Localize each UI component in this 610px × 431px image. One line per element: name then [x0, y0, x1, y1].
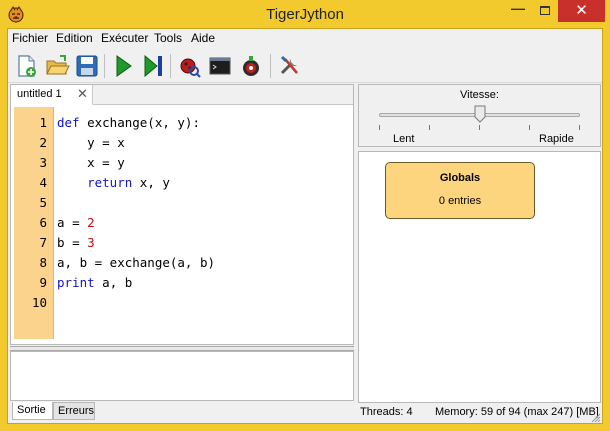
code-line: x = y: [57, 155, 125, 170]
debugger-panel: Globals 0 entries: [358, 151, 601, 403]
menu-aide[interactable]: Aide: [191, 31, 215, 45]
tab-label: untitled 1: [17, 88, 62, 100]
main-window: Fichier Edition Exécuter Tools Aide unti…: [7, 28, 603, 424]
tab-erreurs[interactable]: Erreurs: [53, 402, 95, 420]
run-icon: [116, 55, 132, 77]
save-icon: [76, 55, 98, 77]
slider-tick: [429, 125, 430, 130]
speed-panel: Vitesse: Lent Rapide: [358, 84, 601, 147]
globals-box[interactable]: Globals 0 entries: [385, 162, 535, 219]
code-line: b = 3: [57, 235, 95, 250]
robot-button[interactable]: [238, 53, 264, 79]
code-line: y = x: [57, 135, 125, 150]
menu-edition[interactable]: Edition: [56, 31, 93, 45]
code-line: print a, b: [57, 275, 133, 290]
open-file-button[interactable]: [44, 53, 70, 79]
menu-executer[interactable]: Exécuter: [101, 31, 148, 45]
slider-tick: [579, 125, 580, 130]
tools-icon: [280, 55, 298, 75]
toolbar-separator: [170, 54, 171, 78]
toolbar-separator: [270, 54, 271, 78]
slider-tick: [529, 125, 530, 130]
menu-bar: Fichier Edition Exécuter Tools Aide: [8, 29, 602, 48]
tab-sortie[interactable]: Sortie: [12, 402, 53, 420]
save-button[interactable]: [74, 53, 100, 79]
tab-close-icon[interactable]: ✕: [77, 86, 88, 102]
console-button[interactable]: [207, 53, 233, 79]
run-button[interactable]: [110, 53, 136, 79]
globals-title: Globals: [439, 172, 481, 184]
new-file-icon: [18, 55, 36, 77]
code-line: return x, y: [87, 175, 170, 190]
slider-tick: [379, 125, 380, 130]
robot-icon: [243, 56, 259, 76]
line-number-gutter: 1 2 3 4 5 6 7 8 9 10: [14, 107, 54, 339]
speed-slider-thumb[interactable]: [474, 105, 486, 123]
line-number: 5: [39, 195, 47, 210]
title-bar: TigerJython — ✕: [0, 0, 610, 28]
tools-button[interactable]: [277, 53, 303, 79]
globals-count: 0 entries: [438, 195, 482, 207]
menu-fichier[interactable]: Fichier: [12, 31, 48, 45]
maximize-icon: [540, 6, 550, 15]
line-number: 4: [39, 175, 47, 190]
code-line: a = 2: [57, 215, 95, 230]
line-number: 8: [39, 255, 47, 270]
menu-tools[interactable]: Tools: [154, 31, 182, 45]
step-icon: [144, 54, 162, 78]
debug-button[interactable]: [176, 53, 202, 79]
code-line: a, b = exchange(a, b): [57, 255, 216, 270]
status-threads: Threads: 4: [360, 406, 413, 418]
speed-max-label: Rapide: [539, 133, 574, 145]
new-file-button[interactable]: [13, 53, 39, 79]
slider-tick: [479, 125, 480, 130]
open-folder-icon: [46, 55, 70, 75]
close-button[interactable]: ✕: [558, 0, 605, 22]
output-console[interactable]: [10, 351, 354, 401]
tab-untitled-1[interactable]: untitled 1 ✕: [11, 85, 93, 105]
status-memory: Memory: 59 of 94 (max 247) [MB]: [435, 406, 599, 418]
resize-grip-icon[interactable]: [591, 412, 601, 423]
line-number: 1: [39, 115, 47, 130]
toolbar-separator: [104, 54, 105, 78]
speed-label: Vitesse:: [460, 89, 499, 101]
minimize-button[interactable]: —: [505, 0, 531, 22]
line-number: 6: [39, 215, 47, 230]
maximize-button[interactable]: [532, 0, 558, 22]
line-number: 10: [31, 295, 47, 310]
line-number: 3: [39, 155, 47, 170]
speed-min-label: Lent: [393, 133, 415, 145]
toolbar: [8, 49, 602, 83]
code-editor-panel: untitled 1 ✕ 1 2 3 4 5 6 7 8 9 10 def ex…: [10, 84, 354, 345]
console-icon: [209, 57, 231, 75]
step-button[interactable]: [140, 53, 166, 79]
line-number: 9: [39, 275, 47, 290]
tab-strip: [93, 85, 353, 105]
line-number: 2: [39, 135, 47, 150]
debug-bug-icon: [180, 58, 201, 78]
code-line: def exchange(x, y):: [57, 115, 200, 130]
line-number: 7: [39, 235, 47, 250]
